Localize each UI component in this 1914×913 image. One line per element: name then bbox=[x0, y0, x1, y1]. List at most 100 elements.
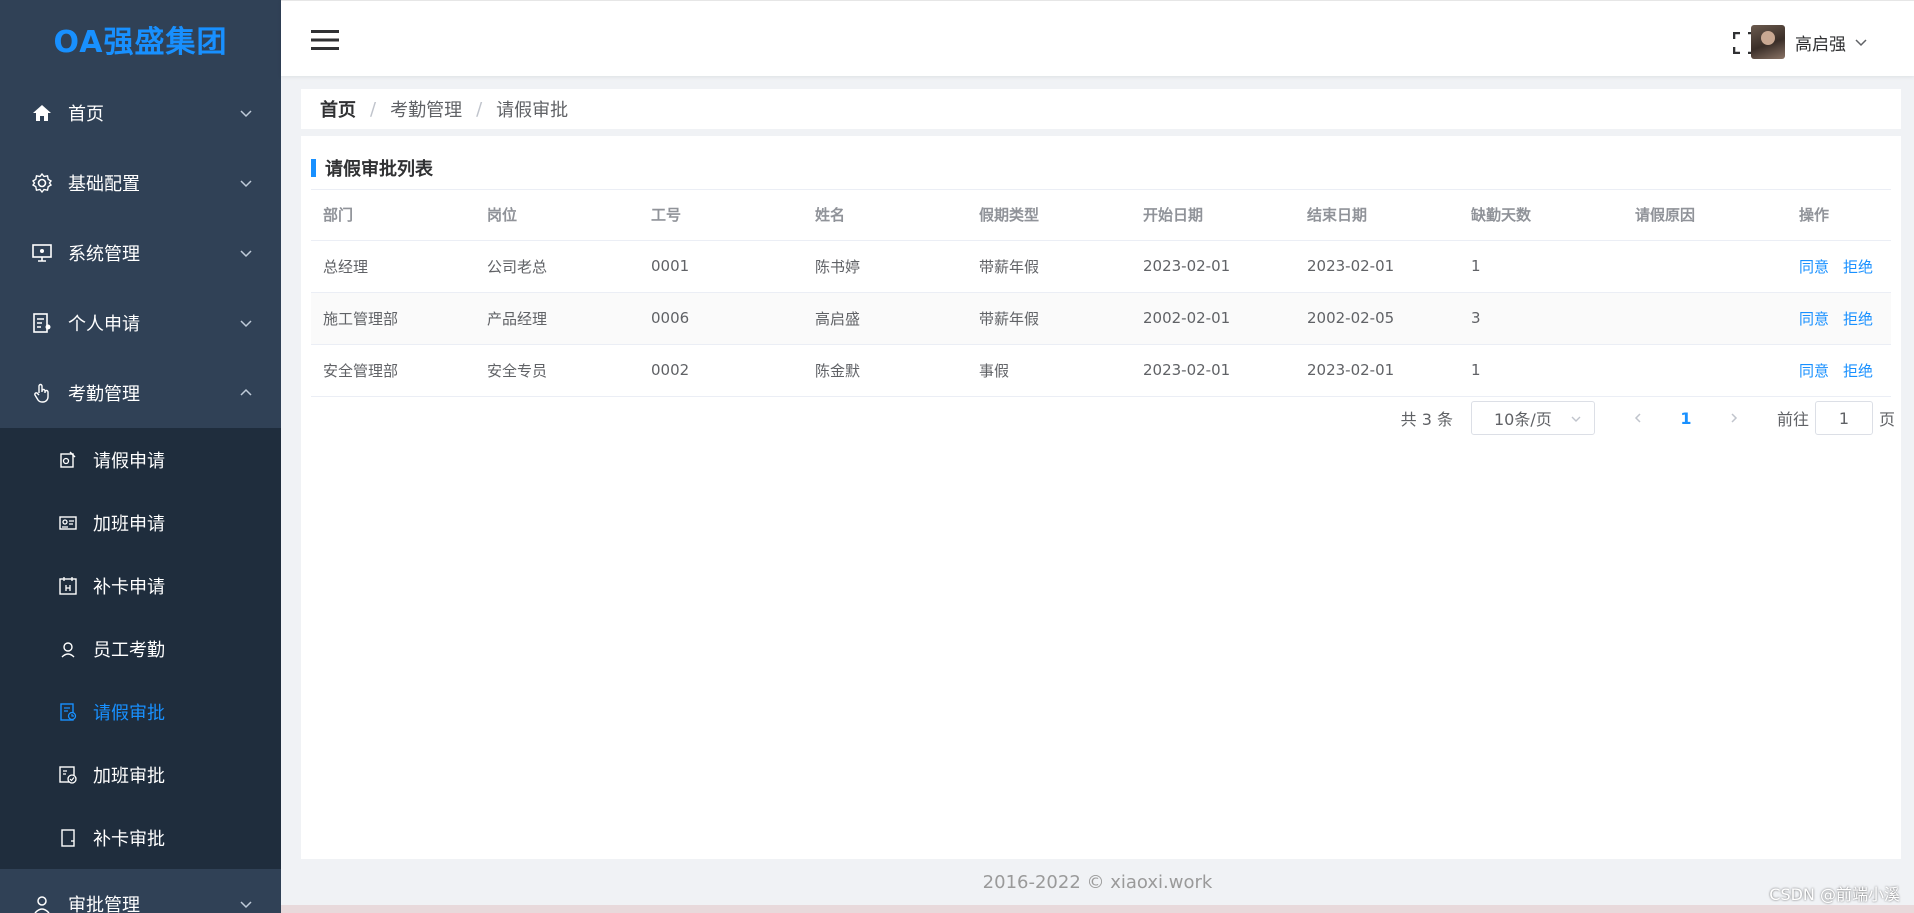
goto-page-input[interactable] bbox=[1814, 401, 1873, 435]
user-dropdown[interactable]: 高启强 bbox=[1751, 25, 1868, 59]
pagination: 共 3 条 10条/页 1 前往 页 bbox=[1401, 401, 1895, 435]
sidebar-item-label: 请假申请 bbox=[93, 450, 165, 472]
chevron-down-icon bbox=[1855, 39, 1867, 47]
sidebar-item-overtime-approval[interactable]: 加班审批 bbox=[0, 743, 281, 806]
sidebar-item-approval-mgmt[interactable]: 审批管理 bbox=[0, 869, 281, 913]
leave-approval-card: 请假审批列表 部门 岗位 工号 姓名 假期类型 开始日期 结束日期 缺勤天数 请… bbox=[301, 136, 1901, 859]
watermark: CSDN @前端小溪 bbox=[1769, 885, 1900, 904]
cell-start-date: 2023-02-01 bbox=[1131, 344, 1295, 397]
cell-end-date: 2002-02-05 bbox=[1295, 292, 1459, 345]
approve-button[interactable]: 同意 bbox=[1799, 258, 1829, 276]
sidebar-item-home[interactable]: 首页 bbox=[0, 78, 281, 148]
sidebar-item-system[interactable]: 系统管理 bbox=[0, 218, 281, 288]
cell-department: 安全管理部 bbox=[311, 344, 475, 397]
user-name: 高启强 bbox=[1795, 34, 1846, 55]
cell-absence-days: 1 bbox=[1459, 240, 1623, 293]
sidebar-item-label: 基础配置 bbox=[68, 174, 140, 195]
approve-button[interactable]: 同意 bbox=[1799, 310, 1829, 328]
sidebar-item-leave-approval[interactable]: 请假审批 bbox=[0, 680, 281, 743]
chevron-down-icon bbox=[240, 901, 252, 909]
sidebar-item-label: 加班申请 bbox=[93, 513, 165, 535]
column-header: 假期类型 bbox=[967, 190, 1131, 241]
attendance-submenu: 请假申请 加班申请 补卡申请 员工考勤 请假审批 加班审批 补卡审批 bbox=[0, 428, 281, 869]
reject-button[interactable]: 拒绝 bbox=[1843, 258, 1873, 276]
page-size-value: 10条/页 bbox=[1493, 410, 1552, 429]
chevron-down-icon bbox=[240, 250, 252, 258]
chevron-down-icon bbox=[240, 110, 252, 118]
sidebar-item-card-approval[interactable]: 补卡审批 bbox=[0, 806, 281, 869]
sidebar-item-overtime-request[interactable]: 加班申请 bbox=[0, 491, 281, 554]
chevron-right-icon bbox=[1731, 413, 1738, 423]
chevron-left-icon bbox=[1634, 413, 1641, 423]
cell-absence-days: 1 bbox=[1459, 344, 1623, 397]
chevron-down-icon bbox=[240, 180, 252, 188]
cell-reason bbox=[1623, 240, 1787, 293]
taskbar-strip bbox=[281, 905, 1914, 913]
cell-leave-type: 带薪年假 bbox=[967, 292, 1131, 345]
column-header: 缺勤天数 bbox=[1459, 190, 1623, 241]
chevron-down-icon bbox=[1571, 416, 1581, 422]
breadcrumb-item-home[interactable]: 首页 bbox=[320, 96, 356, 122]
page-size-select[interactable]: 10条/页 bbox=[1470, 401, 1595, 435]
app-logo[interactable]: OA强盛集团 bbox=[0, 0, 281, 78]
breadcrumb-separator: / bbox=[370, 98, 377, 120]
sidebar-item-label: 首页 bbox=[68, 104, 104, 125]
cell-employee-id: 0001 bbox=[639, 240, 803, 293]
avatar[interactable] bbox=[1751, 25, 1785, 59]
sidebar-item-label: 考勤管理 bbox=[68, 384, 140, 405]
goto-suffix: 页 bbox=[1878, 410, 1895, 429]
breadcrumb: 首页 / 考勤管理 / 请假审批 bbox=[301, 89, 1901, 129]
cell-name: 高启盛 bbox=[803, 292, 967, 345]
cell-leave-type: 事假 bbox=[967, 344, 1131, 397]
breadcrumb-item-attendance[interactable]: 考勤管理 bbox=[390, 96, 462, 122]
column-header: 请假原因 bbox=[1623, 190, 1787, 241]
reject-button[interactable]: 拒绝 bbox=[1843, 362, 1873, 380]
sidebar-item-employee-attendance[interactable]: 员工考勤 bbox=[0, 617, 281, 680]
reject-button[interactable]: 拒绝 bbox=[1843, 310, 1873, 328]
sidebar-item-label: 审批管理 bbox=[68, 895, 140, 913]
cell-name: 陈金默 bbox=[803, 344, 967, 397]
home-icon bbox=[30, 101, 54, 125]
hamburger-menu-icon[interactable] bbox=[311, 29, 339, 51]
card-title-text: 请假审批列表 bbox=[325, 159, 433, 180]
cell-department: 总经理 bbox=[311, 240, 475, 293]
goto-label: 前往 bbox=[1776, 410, 1809, 429]
cell-employee-id: 0002 bbox=[639, 344, 803, 397]
approve-button[interactable]: 同意 bbox=[1799, 362, 1829, 380]
page-number-current[interactable]: 1 bbox=[1669, 401, 1703, 435]
column-header: 部门 bbox=[311, 190, 475, 241]
next-page-button[interactable] bbox=[1717, 401, 1751, 435]
breadcrumb-separator: / bbox=[476, 98, 483, 120]
employee-icon bbox=[57, 638, 79, 660]
cell-start-date: 2023-02-01 bbox=[1131, 240, 1295, 293]
chevron-up-icon bbox=[240, 388, 252, 396]
sidebar-item-leave-request[interactable]: 请假申请 bbox=[0, 428, 281, 491]
gear-icon bbox=[30, 171, 54, 195]
cell-actions: 同意 拒绝 bbox=[1787, 240, 1891, 293]
cell-position: 公司老总 bbox=[475, 240, 639, 293]
sidebar-item-label: 个人申请 bbox=[68, 314, 140, 335]
sidebar-item-card-request[interactable]: 补卡申请 bbox=[0, 554, 281, 617]
table-row: 施工管理部 产品经理 0006 高启盛 带薪年假 2002-02-01 2002… bbox=[311, 292, 1891, 345]
column-header: 岗位 bbox=[475, 190, 639, 241]
sidebar-item-label: 补卡审批 bbox=[93, 828, 165, 850]
cell-end-date: 2023-02-01 bbox=[1295, 344, 1459, 397]
card-title: 请假审批列表 bbox=[311, 158, 433, 180]
sidebar-item-label: 请假审批 bbox=[93, 702, 165, 724]
chevron-down-icon bbox=[240, 320, 252, 328]
cell-actions: 同意 拒绝 bbox=[1787, 344, 1891, 397]
sidebar-item-label: 系统管理 bbox=[68, 244, 140, 265]
sidebar-item-attendance[interactable]: 考勤管理 bbox=[0, 358, 281, 428]
sidebar-item-personal-apply[interactable]: 个人申请 bbox=[0, 288, 281, 358]
prev-page-button[interactable] bbox=[1621, 401, 1655, 435]
breadcrumb-item-current: 请假审批 bbox=[496, 100, 569, 121]
monitor-icon bbox=[30, 241, 54, 265]
cell-leave-type: 带薪年假 bbox=[967, 240, 1131, 293]
pagination-total: 共 3 条 bbox=[1400, 410, 1453, 429]
cell-actions: 同意 拒绝 bbox=[1787, 292, 1891, 345]
user-icon bbox=[30, 892, 54, 913]
table-row: 安全管理部 安全专员 0002 陈金默 事假 2023-02-01 2023-0… bbox=[311, 344, 1891, 397]
table-row: 总经理 公司老总 0001 陈书婷 带薪年假 2023-02-01 2023-0… bbox=[311, 240, 1891, 293]
sidebar-item-basic-config[interactable]: 基础配置 bbox=[0, 148, 281, 218]
top-navbar: 高启强 bbox=[281, 0, 1914, 76]
